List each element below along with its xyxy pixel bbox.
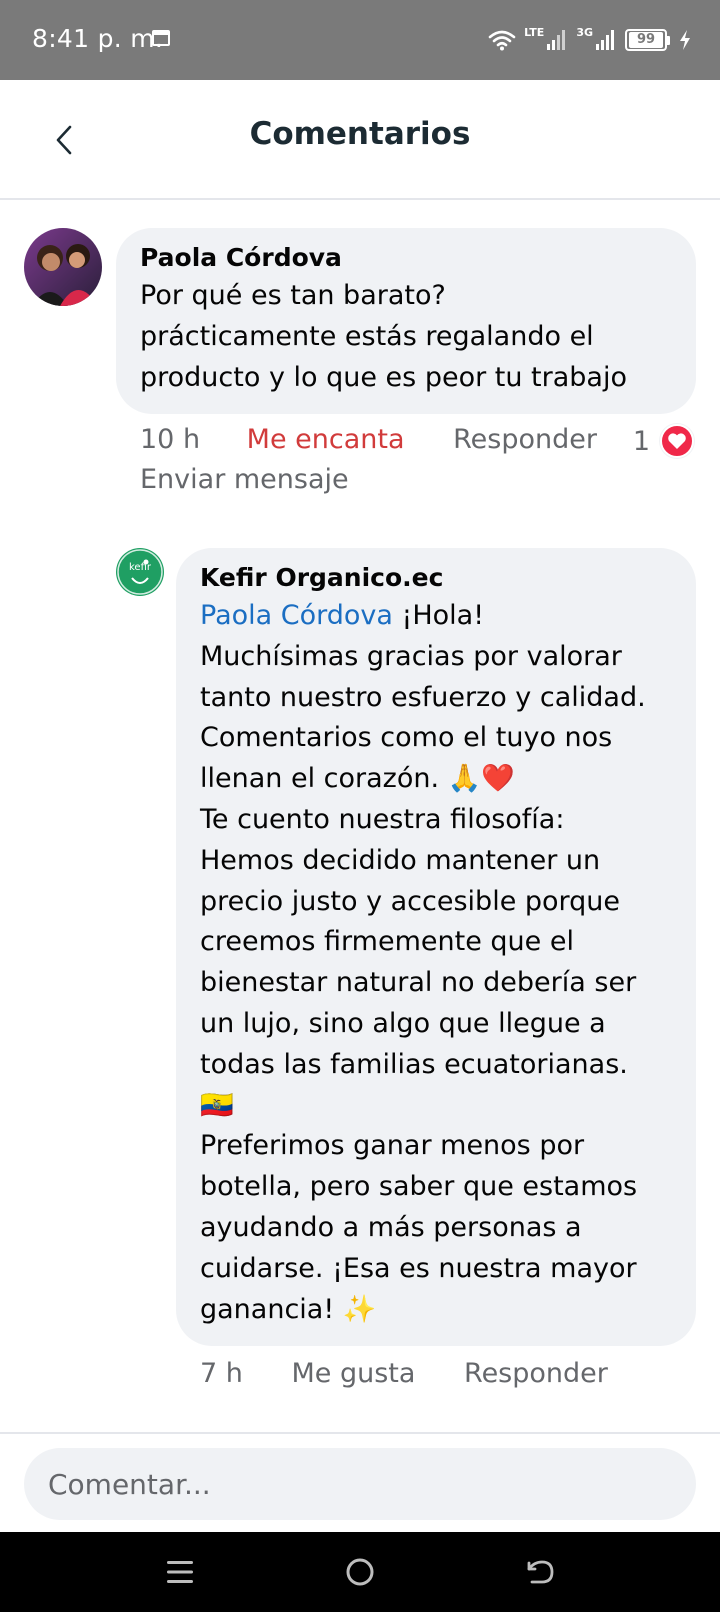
like-button[interactable]: Me gusta: [291, 1358, 415, 1389]
reply-time: 7 h: [200, 1358, 243, 1389]
system-nav-bar: [0, 1532, 720, 1612]
reply-bubble-kefir[interactable]: Kefir Organico.ec Paola Córdova ¡Hola! M…: [176, 548, 696, 1346]
comment-composer: [0, 1432, 720, 1532]
network-label-3g: 3G: [576, 25, 593, 39]
wifi-icon: [488, 30, 516, 51]
reply-author[interactable]: Kefir Organico.ec: [200, 560, 672, 596]
network-label-lte: LTE: [524, 25, 545, 39]
status-time: 8:41 p. m.: [32, 24, 164, 53]
comment-input[interactable]: [24, 1448, 696, 1520]
battery-level: 99: [629, 32, 663, 48]
reaction-button[interactable]: Me encanta: [247, 424, 405, 455]
comment-bubble-paola[interactable]: Paola Córdova Por qué es tan barato? prá…: [116, 228, 696, 414]
reply-text: Paola Córdova ¡Hola! Muchísimas gracias …: [200, 596, 672, 1330]
comment-text: Por qué es tan barato? prácticamente est…: [140, 280, 627, 393]
kefir-logo-icon: kefir: [117, 549, 163, 595]
mention-link[interactable]: Paola Córdova: [200, 600, 393, 631]
signal-icon: [547, 30, 566, 50]
reply-button[interactable]: Responder: [453, 424, 597, 455]
calendar-icon: [152, 30, 170, 46]
nav-menu-button[interactable]: [154, 1546, 206, 1598]
menu-icon: [167, 1561, 193, 1583]
back-arrow-icon: [527, 1560, 554, 1584]
reaction-count[interactable]: 1: [633, 424, 694, 458]
profile-photo-icon: [24, 228, 102, 306]
comment-time: 10 h: [140, 424, 201, 455]
nav-back-button[interactable]: [514, 1546, 566, 1598]
signal-icon-2: [596, 30, 614, 50]
battery-icon: 99: [625, 29, 670, 51]
avatar-paola[interactable]: [24, 228, 102, 306]
reply-button-kefir[interactable]: Responder: [464, 1358, 608, 1389]
circle-home-icon: [346, 1558, 374, 1586]
svg-text:kefir: kefir: [129, 562, 152, 573]
send-message-button[interactable]: Enviar mensaje: [140, 464, 349, 495]
status-icons: LTE 3G 99: [488, 24, 692, 56]
status-bar: 8:41 p. m. LTE 3G 99: [0, 0, 720, 80]
header: Comentarios: [0, 80, 720, 200]
nav-home-button[interactable]: [334, 1546, 386, 1598]
reaction-count-number: 1: [632, 425, 650, 457]
reply-actions-kefir: 7 h Me gusta Responder: [200, 1358, 608, 1389]
avatar-kefir[interactable]: kefir: [116, 548, 164, 596]
charging-icon: [680, 30, 690, 50]
page-title: Comentarios: [249, 116, 471, 152]
comment-actions-paola: 10 h Me encanta Responder: [140, 424, 597, 455]
heart-icon: [660, 424, 694, 458]
comment-author[interactable]: Paola Córdova: [140, 240, 672, 276]
reply-body: ¡Hola! Muchísimas gracias por valorar ta…: [200, 600, 646, 1325]
